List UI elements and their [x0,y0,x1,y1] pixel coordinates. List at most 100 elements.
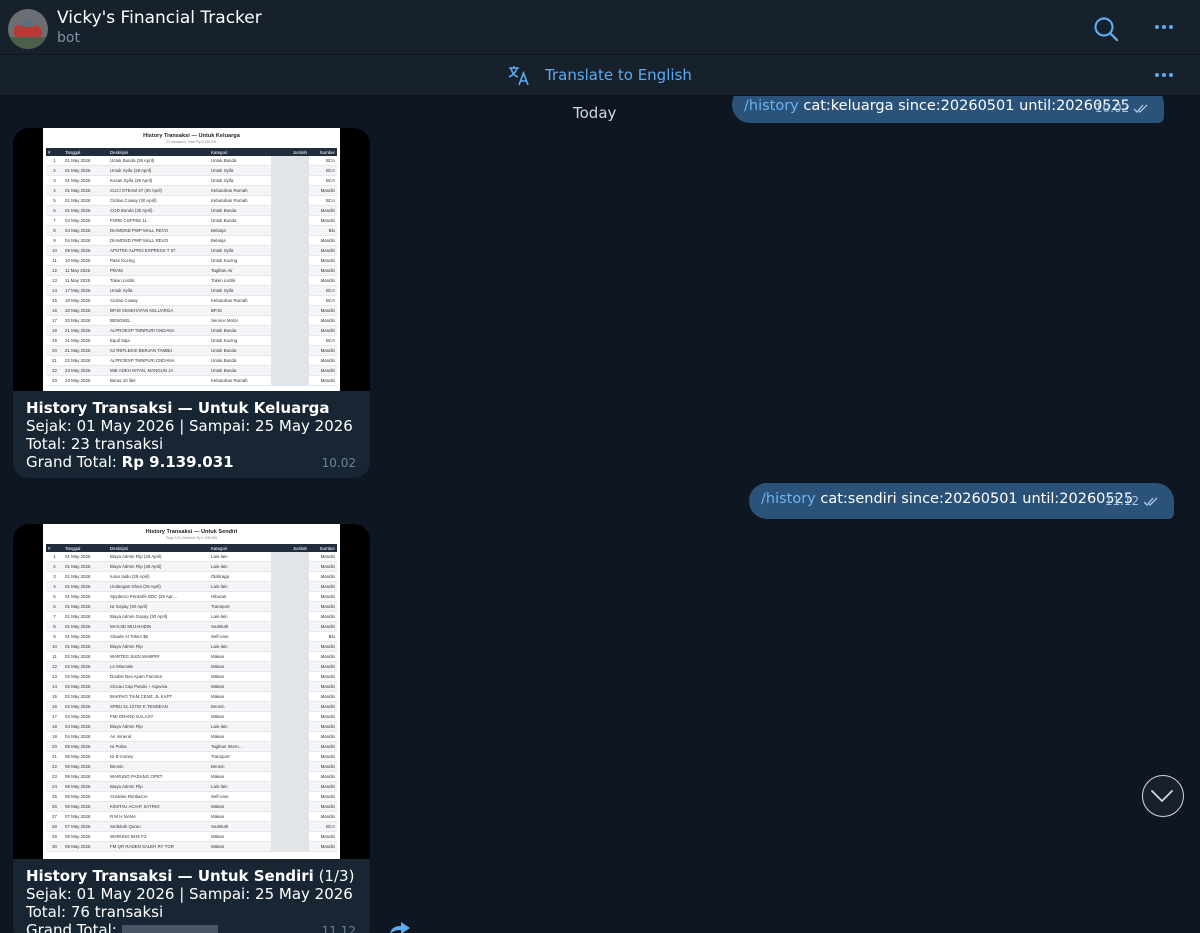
table-cell: Transport [209,751,271,762]
table-cell: 15 [46,295,63,306]
table-cell: 22 [46,761,63,772]
table-cell: DIAMOND PWP MALL REVO [108,225,209,236]
table-cell: Biaya Admin Flip [108,781,209,792]
table-cell: 7 [46,215,63,226]
table-cell: Mandiri [309,801,337,812]
table-row: 18 21 May 2026 ALPROEXP TMNPURI CNDANA Untu… [46,325,337,336]
table-cell: 4 [46,185,63,196]
search-icon[interactable] [1092,15,1120,43]
table-cell: Mandiri [309,325,337,336]
table-cell: Mandiri [309,811,337,822]
table-cell: BCA [309,156,337,166]
table-cell: Belanja [209,225,271,236]
caption-grand-total: Grand Total: [26,921,354,933]
avatar[interactable] [8,9,48,49]
message-time: 11.12 [321,924,356,933]
table-cell: Cincau Cap Panda + Aquviva [108,681,209,692]
table-cell: Mandiri [309,345,337,356]
table-header-cell: Sumber [309,148,337,156]
table-row: 23 06 May 2026 WARUNG PADANG OPET Makan Mand… [46,771,337,782]
table-cell: Biaya Admin Gopay (30 April) [108,611,209,622]
table-cell [271,295,309,306]
translate-button[interactable]: Translate to English [545,66,692,84]
table-cell: BCA [309,821,337,832]
forward-icon[interactable] [389,921,411,933]
table-cell: 23 May 2026 [63,375,108,386]
table-cell [271,621,309,632]
table-cell: 01 May 2026 [63,571,108,582]
table-cell: ALPROEXP TMNPURI CNDANA [108,355,209,366]
translate-icon[interactable] [507,64,531,86]
table-cell: 01 May 2026 [63,205,108,216]
table-cell: 1 [46,156,63,166]
table-cell: Untuk Syifa [209,175,271,186]
table-cell: 20 May 2026 [63,305,108,316]
table-cell: Untuk Syifa [209,245,271,256]
table-cell: Mandiri [309,841,337,852]
table-cell: 11 [46,651,63,662]
table-cell: 09 May 2026 [63,831,108,842]
command-link[interactable]: /history [761,491,816,507]
table-cell: KIMITAU ACIAP, SATRIO [108,801,209,812]
incoming-photo-message[interactable]: History Transaksi — Untuk Sendiri Page 1… [13,524,370,933]
scroll-down-button[interactable] [1142,775,1184,817]
incoming-photo-message[interactable]: History Transaksi — Untuk Keluarga 23 tr… [13,128,370,478]
sheet-title: History Transaksi — Untuk Keluarga [143,133,240,139]
command-link[interactable]: /history [744,98,799,114]
table-cell: Makan [209,841,271,852]
table-cell: Mandiri [309,721,337,732]
table-cell: Mandiri [309,611,337,622]
table-cell: PDAM [108,265,209,276]
table-header-cell: # [46,148,63,156]
table-cell: Makan [209,651,271,662]
more-dots-icon[interactable] [1155,25,1173,29]
table-cell: Makan [209,661,271,672]
table-cell: Lain-lain [209,561,271,572]
table-cell: Kebutuhan Rumah [209,195,271,206]
table-cell: 01 May 2026 [63,591,108,602]
table-row: 23 23 May 2026 Beras 10 liter Kebutuhan Rum… [46,375,337,386]
table-cell: 25 [46,791,63,802]
outgoing-message[interactable]: /history cat:sendiri since:20260501 unti… [749,483,1174,519]
table-cell: Mandiri [309,651,337,662]
table-cell: Tagihan Air [209,265,271,276]
table-cell: Mandiri [309,375,337,386]
table-cell: 02 May 2026 [63,651,108,662]
photo[interactable]: History Transaksi — Untuk Sendiri Page 1… [13,524,370,859]
table-row: 11 02 May 2026 WARTEG SUDI MAMPIR Makan Mand… [46,651,337,662]
chat-area[interactable]: Today /history cat:keluarga since:202605… [0,96,1200,933]
table-cell: Mandiri [309,275,337,286]
table-cell: 3 [46,175,63,186]
table-cell: 12 [46,265,63,276]
table-cell [271,305,309,316]
table-cell: Untuk Bunda (28 April) [108,156,209,166]
table-cell: Mandiri [309,552,337,562]
table-cell [271,761,309,772]
table-cell: 20 [46,741,63,752]
table-cell: 21 May 2026 [63,345,108,356]
more-dots-icon[interactable] [1155,73,1173,77]
table-row: 20 05 May 2026 Isi Pulsa Tagihan Intern… Man… [46,741,337,752]
table-cell: Makan [209,731,271,742]
message-time: 10.02 [321,456,356,470]
table-cell [271,751,309,762]
table-cell [271,661,309,672]
chat-title[interactable]: Vicky's Financial Tracker [57,8,262,28]
table-header-cell: Tanggal [63,148,108,156]
table-cell: 6 [46,601,63,612]
table-cell: Self-care [209,791,271,802]
table-cell: 23 [46,771,63,782]
table-cell: Untuk Kucing [209,335,271,346]
outgoing-message[interactable]: /history cat:keluarga since:20260501 unt… [732,96,1164,123]
table-cell: 12 [46,661,63,672]
table-cell: APOTEK ALPRO EXPRESS T 37 [108,245,209,256]
table-cell: Mandiri [309,741,337,752]
table-cell [271,711,309,722]
table-cell: 16 [46,701,63,712]
photo[interactable]: History Transaksi — Untuk Keluarga 23 tr… [13,128,370,391]
table-cell: 28 [46,821,63,832]
chat-subtitle: bot [57,30,80,46]
table-cell: Mandiri [309,691,337,702]
table-row: 14 02 May 2026 Cincau Cap Panda + Aquviva M… [46,681,337,692]
table-cell: 09 May 2026 [63,841,108,852]
